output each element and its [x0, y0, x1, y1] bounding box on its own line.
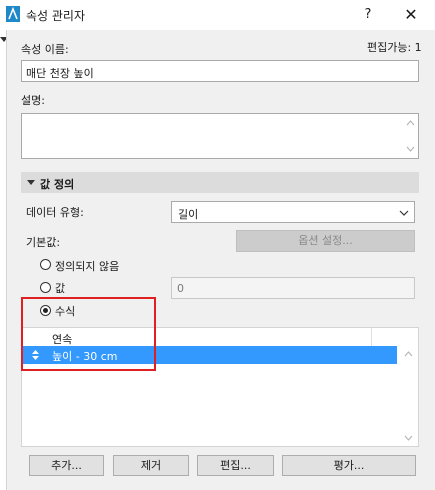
chevron-down-icon: [399, 210, 409, 216]
editable-status: 편집가능: 1: [367, 41, 422, 54]
value-definition-title: 값 정의: [40, 178, 75, 191]
data-type-label: 데이터 유형:: [26, 206, 84, 219]
scroll-up-icon[interactable]: [404, 351, 413, 357]
description-input[interactable]: [21, 113, 419, 159]
scroll-up-icon[interactable]: [406, 120, 415, 126]
description-label: 설명:: [21, 94, 45, 107]
data-type-select[interactable]: 길이: [171, 201, 415, 223]
table-scrollbar[interactable]: [398, 328, 418, 446]
radio-value[interactable]: [40, 282, 51, 293]
section-expand-icon: [27, 180, 35, 185]
help-button[interactable]: ?: [357, 4, 379, 26]
options-button[interactable]: 옵션 설정...: [236, 230, 415, 252]
value-definition-header[interactable]: 값 정의: [21, 172, 419, 193]
data-type-value: 길이: [178, 208, 199, 221]
default-value-label: 기본값:: [26, 236, 61, 249]
edit-button[interactable]: 편집...: [197, 455, 274, 476]
close-button[interactable]: ✕: [398, 4, 424, 26]
radio-value-label: 값: [55, 282, 66, 295]
evaluate-button[interactable]: 평가...: [282, 455, 416, 476]
title-bar: 속성 관리자 ? ✕: [0, 0, 435, 30]
annotation-highlight: [21, 297, 156, 371]
value-input[interactable]: 0: [171, 277, 415, 299]
property-name-input[interactable]: 매단 천장 높이: [21, 60, 419, 82]
description-scrollbar[interactable]: [403, 114, 418, 158]
radio-undefined[interactable]: [40, 259, 51, 270]
value-input-text: 0: [177, 282, 184, 295]
window-title: 속성 관리자: [26, 9, 86, 23]
property-name-value: 매단 천장 높이: [26, 67, 94, 80]
radio-undefined-label: 정의되지 않음: [55, 260, 120, 273]
app-icon: [6, 6, 20, 22]
remove-button[interactable]: 제거: [113, 455, 189, 476]
scroll-down-icon[interactable]: [406, 146, 415, 152]
scroll-down-icon[interactable]: [404, 435, 413, 441]
column-divider: [371, 328, 372, 346]
add-button[interactable]: 추가...: [29, 455, 104, 476]
property-name-label: 속성 이름:: [21, 43, 69, 56]
